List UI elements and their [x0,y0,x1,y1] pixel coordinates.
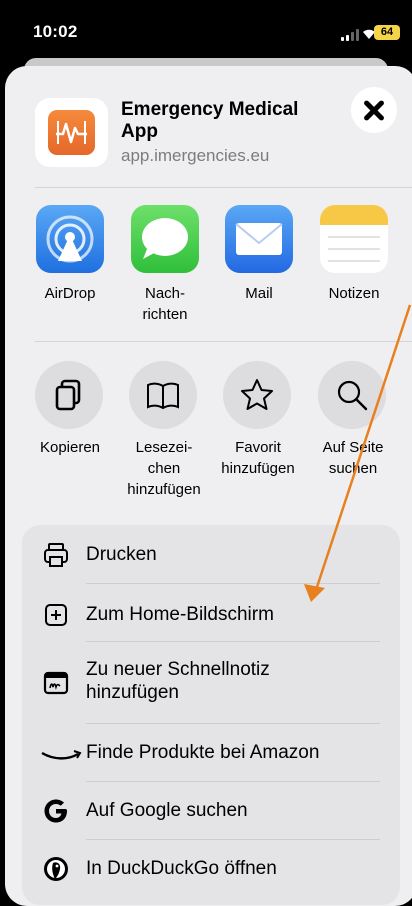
action-bookmark[interactable] [129,361,197,429]
notes-icon [320,205,388,262]
printer-icon [44,543,68,567]
menu-google[interactable]: Auf Google suchen [22,793,400,841]
divider [86,839,380,840]
divider [86,723,380,724]
menu-amazon[interactable]: Finde Produkte bei Amazon [22,735,400,783]
star-icon [241,379,273,410]
share-label-airdrop: AirDrop [44,285,96,302]
duckduckgo-icon [44,857,68,881]
action-label-bookmark: Lesezei- chen hinzufügen [127,439,201,498]
quick-note-icon [43,671,69,695]
status-bar: 10:02 64 [0,0,412,66]
divider [86,641,380,642]
action-list: Drucken Zum Home-Bildschirm Zu neuer Sch… [22,525,400,905]
share-mail[interactable] [225,205,293,273]
divider [35,187,412,188]
menu-label-print: Drucken [86,544,157,565]
copy-icon [55,379,81,411]
menu-label-add-to-home: Zum Home-Bildschirm [86,604,274,625]
menu-add-to-home[interactable]: Zum Home-Bildschirm [22,597,400,645]
app-title: Emergency Medical App [121,99,299,142]
mail-icon [235,223,283,255]
action-copy[interactable] [35,361,103,429]
menu-duckduckgo[interactable]: In DuckDuckGo öffnen [22,851,400,899]
book-icon [147,382,179,410]
cellular-signal-icon [341,29,361,41]
search-icon [337,380,368,411]
app-icon [35,98,108,167]
menu-quick-note[interactable]: Zu neuer Schnellnotiz hinzufügen [22,655,400,713]
share-airdrop[interactable] [36,205,104,273]
battery-icon: 64 [374,25,400,40]
divider [86,583,380,584]
menu-label-amazon: Finde Produkte bei Amazon [86,742,320,763]
close-button[interactable] [351,87,397,133]
app-url: app.imergencies.eu [121,146,270,165]
action-label-find: Auf Seite suchen [322,439,384,477]
messages-icon [142,218,188,259]
action-find[interactable] [318,361,386,429]
amazon-icon [41,750,82,760]
action-label-copy: Kopieren [39,439,101,456]
airdrop-icon [46,215,94,263]
divider [35,341,412,342]
menu-print[interactable]: Drucken [22,539,400,587]
action-label-favorite: Favorit hinzufügen [221,439,295,477]
share-label-mail: Mail [245,285,273,302]
share-label-messages: Nach- richten [142,285,188,323]
divider [86,781,380,782]
add-square-icon [45,604,67,626]
menu-label-google: Auf Google suchen [86,800,248,821]
share-messages[interactable] [131,205,199,273]
action-favorite[interactable] [223,361,291,429]
status-time: 10:02 [33,22,78,41]
menu-label-quick-note: Zu neuer Schnellnotiz hinzufügen [86,659,270,703]
share-notes[interactable] [320,205,388,273]
google-icon [44,799,67,823]
menu-label-duckduckgo: In DuckDuckGo öffnen [86,858,277,879]
share-label-notes: Notizen [328,285,380,302]
